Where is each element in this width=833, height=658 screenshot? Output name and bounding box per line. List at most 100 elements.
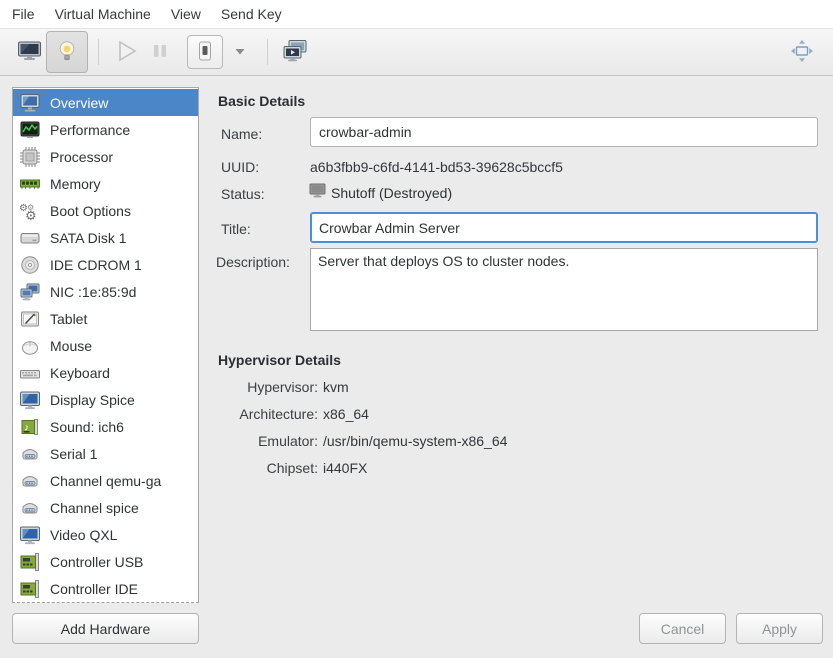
nic-icon [19, 281, 41, 303]
title-label: Title: [221, 221, 251, 237]
sidebar-item-label: Channel spice [50, 500, 139, 516]
shutdown-menu-button[interactable] [223, 32, 257, 72]
sidebar-item-nic-1e-85-9d[interactable]: NIC :1e:85:9d [13, 278, 198, 305]
hardware-list[interactable]: Overview Performance Processor Memory ⚙⚙⚙ Boo… [12, 87, 199, 603]
fullscreen-button[interactable] [785, 32, 819, 72]
sidebar-item-label: Controller IDE [50, 581, 138, 597]
sidebar-item-channel-spice[interactable]: Channel spice [13, 494, 198, 521]
hypervisor-row-value: kvm [323, 379, 349, 395]
sidebar-item-memory[interactable]: Memory [13, 170, 198, 197]
sidebar-item-sata-disk-1[interactable]: SATA Disk 1 [13, 224, 198, 251]
menu-file[interactable]: File [2, 1, 45, 27]
cancel-button[interactable]: Cancel [639, 613, 726, 644]
sidebar-item-label: Tablet [50, 311, 87, 327]
sidebar-item-label: IDE CDROM 1 [50, 257, 142, 273]
play-icon [111, 36, 141, 69]
status-value-line: Shutoff (Destroyed) [309, 183, 452, 202]
display-icon [19, 389, 41, 411]
hypervisor-row-label: Chipset: [208, 460, 318, 476]
name-input[interactable] [310, 117, 818, 147]
memory-icon [19, 173, 41, 195]
hypervisor-row-label: Hypervisor: [208, 379, 318, 395]
sidebar-item-label: Boot Options [50, 203, 131, 219]
sidebar-item-label: Overview [50, 95, 108, 111]
description-textarea[interactable]: Server that deploys OS to cluster nodes. [310, 248, 818, 331]
sidebar-item-label: Performance [50, 122, 130, 138]
toolbar-separator [98, 39, 99, 65]
sidebar-item-channel-qemu-ga[interactable]: Channel qemu-ga [13, 467, 198, 494]
hypervisor-details-title: Hypervisor Details [218, 352, 341, 368]
pause-button [143, 32, 177, 72]
sidebar-item-label: Mouse [50, 338, 92, 354]
svg-text:⚙: ⚙ [25, 208, 37, 222]
menu-view[interactable]: View [161, 1, 211, 27]
serial-icon [19, 443, 41, 465]
sidebar-item-mouse[interactable]: Mouse [13, 332, 198, 359]
performance-icon [19, 119, 41, 141]
shutoff-monitor-icon [309, 183, 326, 202]
sidebar-item-label: Keyboard [50, 365, 110, 381]
sidebar-item-label: Sound: ich6 [50, 419, 124, 435]
sidebar-item-controller-usb[interactable]: Controller USB [13, 548, 198, 575]
sidebar-item-video-qxl[interactable]: Video QXL [13, 521, 198, 548]
open-console-window-button[interactable] [278, 32, 312, 72]
sidebar-item-label: Controller USB [50, 554, 143, 570]
shutdown-icon [196, 39, 214, 66]
keyboard-icon [19, 362, 41, 384]
run-button [109, 32, 143, 72]
processor-icon [19, 146, 41, 168]
hypervisor-row-value: i440FX [323, 460, 367, 476]
sidebar-item-boot-options[interactable]: ⚙⚙⚙ Boot Options [13, 197, 198, 224]
uuid-label: UUID: [221, 159, 259, 175]
mouse-icon [19, 335, 41, 357]
add-hardware-button[interactable]: Add Hardware [12, 613, 199, 644]
cdrom-icon [19, 254, 41, 276]
title-input[interactable] [310, 212, 818, 243]
computer-icon [19, 92, 41, 114]
sidebar-item-label: Memory [50, 176, 101, 192]
menu-bar: File Virtual Machine View Send Key [0, 0, 833, 29]
sidebar-item-label: NIC :1e:85:9d [50, 284, 136, 300]
shutdown-button[interactable] [187, 35, 223, 69]
sidebar-item-tablet[interactable]: Tablet [13, 305, 198, 332]
fullscreen-icon [787, 36, 817, 69]
hypervisor-row-label: Architecture: [208, 406, 318, 422]
hypervisor-row-value: x86_64 [323, 406, 369, 422]
sidebar-item-keyboard[interactable]: Keyboard [13, 359, 198, 386]
status-label: Status: [221, 186, 265, 202]
pause-icon [147, 38, 173, 67]
disk-icon [19, 227, 41, 249]
boot-options-icon: ⚙⚙⚙ [19, 200, 41, 222]
sidebar-item-display-spice[interactable]: Display Spice [13, 386, 198, 413]
sidebar-item-processor[interactable]: Processor [13, 143, 198, 170]
sidebar-item-sound-ich6[interactable]: ♪ Sound: ich6 [13, 413, 198, 440]
controller-icon [19, 578, 41, 600]
tablet-icon [19, 308, 41, 330]
sidebar-item-overview[interactable]: Overview [13, 89, 198, 116]
show-graphical-console-button[interactable] [12, 32, 46, 72]
hypervisor-row-value: /usr/bin/qemu-system-x86_64 [323, 433, 507, 449]
hypervisor-row-label: Emulator: [208, 433, 318, 449]
sidebar-item-serial-1[interactable]: Serial 1 [13, 440, 198, 467]
description-label: Description: [216, 254, 290, 270]
basic-details-title: Basic Details [218, 93, 305, 109]
status-value: Shutoff (Destroyed) [331, 185, 452, 201]
virt-manager-window: File Virtual Machine View Send Key Overv… [0, 0, 833, 658]
sidebar-item-controller-ide[interactable]: Controller IDE [13, 575, 198, 602]
sidebar-item-label: Display Spice [50, 392, 135, 408]
sidebar-item-performance[interactable]: Performance [13, 116, 198, 143]
show-details-button[interactable] [46, 31, 88, 73]
lightbulb-icon [54, 38, 80, 67]
consoles-icon [281, 38, 309, 67]
menu-virtual-machine[interactable]: Virtual Machine [45, 1, 161, 27]
sound-icon: ♪ [19, 416, 41, 438]
serial-icon [19, 497, 41, 519]
menu-send-key[interactable]: Send Key [211, 1, 292, 27]
caret-down-icon [233, 44, 247, 61]
name-label: Name: [221, 126, 262, 142]
sidebar-item-ide-cdrom-1[interactable]: IDE CDROM 1 [13, 251, 198, 278]
sidebar-item-label: Channel qemu-ga [50, 473, 161, 489]
serial-icon [19, 470, 41, 492]
sidebar-item-label: SATA Disk 1 [50, 230, 127, 246]
apply-button[interactable]: Apply [736, 613, 823, 644]
